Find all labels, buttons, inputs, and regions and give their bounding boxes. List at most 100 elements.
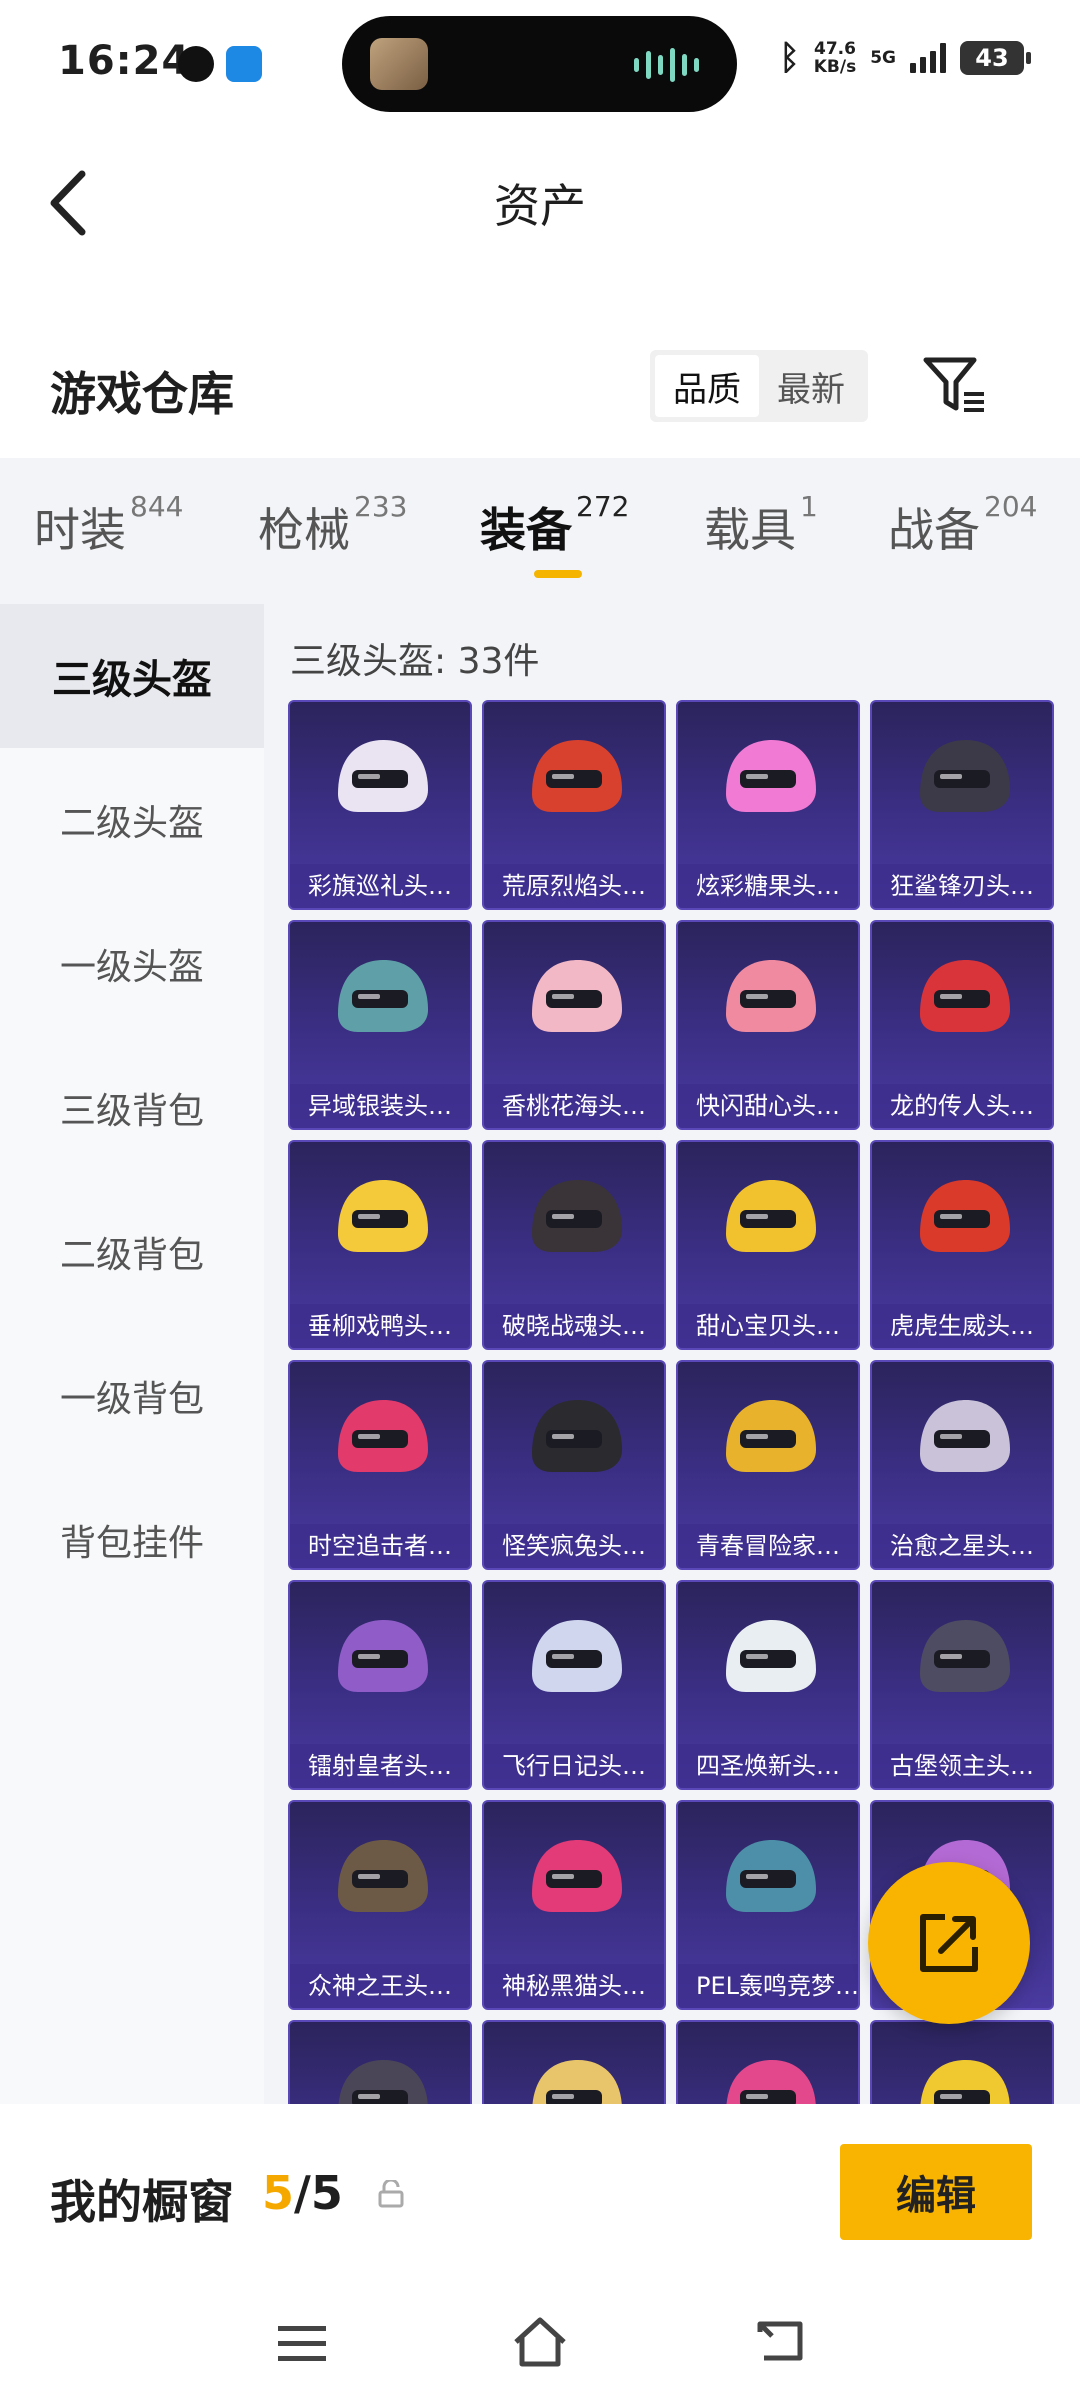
sidebar-item-level1-backpack[interactable]: 一级背包 [0, 1324, 264, 1468]
tab-count: 233 [354, 489, 408, 523]
item-name: 狂鲨锋刃头… [872, 864, 1052, 908]
tab-vehicles[interactable]: 载具 1 [704, 490, 818, 560]
menu-icon[interactable] [272, 2322, 332, 2366]
app-root: 16:24 ᛒ 47.6 KB/s 5G 43 资产 游戏仓库 品质 最新 时装… [0, 0, 1080, 2400]
edit-button[interactable]: 编辑 [840, 2144, 1032, 2240]
tab-count: 204 [984, 489, 1038, 523]
item-card[interactable]: 龙的传人头… [870, 920, 1054, 1130]
sidebar-item-level3-helmet[interactable]: 三级头盔 [0, 604, 264, 748]
helmet-shine [358, 1434, 380, 1439]
media-thumbnail [370, 38, 428, 90]
bluetooth-icon: ᛒ [779, 38, 800, 78]
category-tabs: 时装 844 枪械 233 装备 272 载具 1 战备 204 [0, 458, 1080, 604]
tab-label: 载具 [704, 503, 796, 557]
showcase-bar: 我的橱窗 5/5 编辑 [0, 2104, 1080, 2288]
item-card[interactable]: 青春冒险家… [676, 1360, 860, 1570]
item-card[interactable]: 神秘黑猫头… [482, 1800, 666, 2010]
helmet-shine [746, 2094, 768, 2099]
back-nav-icon[interactable] [752, 2316, 808, 2366]
helmet-icon [726, 1620, 816, 1692]
helmet-icon [532, 960, 622, 1032]
system-nav-bar [0, 2288, 1080, 2400]
helmet-icon [532, 1840, 622, 1912]
item-card[interactable]: PEL轰鸣竞梦… [676, 1800, 860, 2010]
helmet-icon [920, 1620, 1010, 1692]
sidebar-item-level2-helmet[interactable]: 二级头盔 [0, 748, 264, 892]
item-name: PEL轰鸣竞梦… [678, 1964, 858, 2008]
item-name: 垂柳戏鸭头… [290, 1304, 470, 1348]
item-card[interactable]: 时空追击者… [288, 1360, 472, 1570]
helmet-icon [338, 1180, 428, 1252]
item-card[interactable]: 异域银装头… [288, 920, 472, 1130]
share-button[interactable] [868, 1862, 1030, 2024]
item-card[interactable] [870, 2020, 1054, 2104]
item-card[interactable]: 飞行日记头… [482, 1580, 666, 1790]
sort-latest-option[interactable]: 最新 [759, 355, 863, 417]
sort-quality-option[interactable]: 品质 [655, 355, 759, 417]
item-name: 彩旗巡礼头… [290, 864, 470, 908]
helmet-icon [338, 2060, 428, 2104]
helmet-shine [746, 1654, 768, 1659]
item-card[interactable]: 四圣焕新头… [676, 1580, 860, 1790]
item-card[interactable]: 垂柳戏鸭头… [288, 1140, 472, 1350]
item-name: 怪笑疯兔头… [484, 1524, 664, 1568]
helmet-icon [532, 740, 622, 812]
home-icon[interactable] [510, 2314, 570, 2370]
tab-fashion[interactable]: 时装 844 [34, 490, 183, 560]
item-card[interactable] [288, 2020, 472, 2104]
sidebar-item-backpack-pendant[interactable]: 背包挂件 [0, 1468, 264, 1612]
tab-equipment[interactable]: 装备 272 [480, 490, 629, 560]
showcase-label: 我的橱窗 [50, 2175, 234, 2229]
item-card[interactable]: 荒原烈焰头… [482, 700, 666, 910]
item-card[interactable]: 甜心宝贝头… [676, 1140, 860, 1350]
hotspot-icon [226, 46, 262, 82]
sidebar-item-level1-helmet[interactable]: 一级头盔 [0, 892, 264, 1036]
item-card[interactable]: 炫彩糖果头… [676, 700, 860, 910]
helmet-shine [746, 774, 768, 779]
helmet-shine [940, 774, 962, 779]
helmet-icon [338, 1840, 428, 1912]
tab-gear[interactable]: 战备 204 [888, 490, 1037, 560]
net-speed: 47.6 KB/s [814, 40, 856, 76]
battery-icon: 43 [960, 41, 1031, 75]
network-label: 5G [870, 48, 896, 68]
lock-icon [378, 2180, 404, 2208]
item-card[interactable]: 怪笑疯兔头… [482, 1360, 666, 1570]
helmet-icon [920, 1180, 1010, 1252]
showcase-count: 5/5 [262, 2166, 343, 2220]
tab-label: 时装 [34, 503, 126, 557]
item-card[interactable]: 众神之王头… [288, 1800, 472, 2010]
item-card[interactable]: 镭射皇者头… [288, 1580, 472, 1790]
item-card[interactable]: 古堡领主头… [870, 1580, 1054, 1790]
helmet-icon [532, 1400, 622, 1472]
status-right: ᛒ 47.6 KB/s 5G 43 [779, 38, 1031, 78]
item-card[interactable]: 快闪甜心头… [676, 920, 860, 1130]
item-card[interactable]: 破晓战魂头… [482, 1140, 666, 1350]
sidebar-item-level3-backpack[interactable]: 三级背包 [0, 1036, 264, 1180]
helmet-shine [358, 1654, 380, 1659]
helmet-icon [338, 960, 428, 1032]
share-icon [920, 1914, 978, 1972]
item-card[interactable] [482, 2020, 666, 2104]
audio-wave-icon [634, 48, 699, 82]
tab-firearms[interactable]: 枪械 233 [258, 490, 407, 560]
item-name: 香桃花海头… [484, 1084, 664, 1128]
item-card[interactable]: 彩旗巡礼头… [288, 700, 472, 910]
item-card[interactable]: 治愈之星头… [870, 1360, 1054, 1570]
dynamic-island[interactable] [342, 16, 737, 112]
item-card[interactable]: 香桃花海头… [482, 920, 666, 1130]
helmet-shine [746, 1874, 768, 1879]
filter-icon[interactable] [922, 356, 988, 416]
helmet-shine [358, 1214, 380, 1219]
item-name: 炫彩糖果头… [678, 864, 858, 908]
item-name: 龙的传人头… [872, 1084, 1052, 1128]
sidebar-item-level2-backpack[interactable]: 二级背包 [0, 1180, 264, 1324]
status-time: 16:24 [58, 38, 191, 84]
helmet-icon [920, 2060, 1010, 2104]
item-name: 古堡领主头… [872, 1744, 1052, 1788]
item-card[interactable] [676, 2020, 860, 2104]
item-card[interactable]: 狂鲨锋刃头… [870, 700, 1054, 910]
item-card[interactable]: 虎虎生威头… [870, 1140, 1054, 1350]
item-name: 众神之王头… [290, 1964, 470, 2008]
network-type: 5G [870, 49, 896, 67]
